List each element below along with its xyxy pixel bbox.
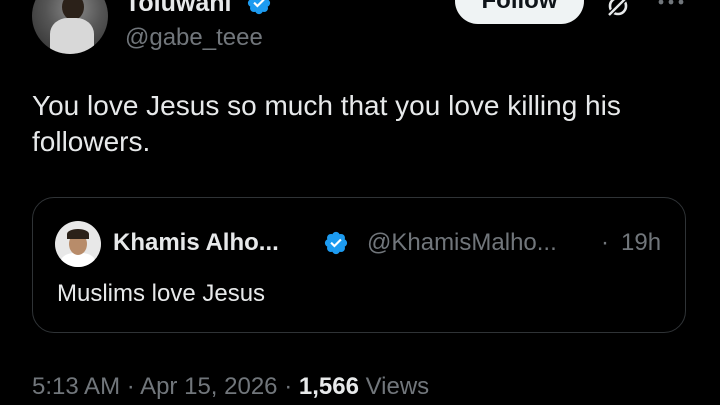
- tweet-meta: 5:13 AM · Apr 15, 2026 · 1,566 Views: [32, 372, 429, 402]
- meta-separator: ·: [284, 373, 293, 400]
- quote-separator: ·: [601, 229, 609, 256]
- verified-badge-icon: [247, 0, 271, 15]
- views-count: 1,566: [298, 373, 359, 400]
- tweet-text: You love Jesus so much that you love kil…: [32, 90, 621, 157]
- quote-author-avatar[interactable]: [55, 221, 101, 267]
- views-label: Views: [365, 373, 430, 400]
- author-avatar[interactable]: [32, 0, 108, 54]
- quote-text: Muslims love Jesus: [57, 280, 266, 307]
- meta-separator: ·: [126, 373, 135, 400]
- more-icon[interactable]: [656, 0, 686, 8]
- quote-timestamp[interactable]: 19h: [621, 229, 661, 257]
- avatar-body: [50, 18, 94, 54]
- follow-button[interactable]: Follow: [455, 0, 584, 24]
- avatar-head: [62, 0, 84, 20]
- quote-author-handle[interactable]: @KhamisMalho...: [367, 229, 557, 257]
- author-display-name[interactable]: Toluwani: [125, 0, 231, 18]
- avatar-robe: [61, 253, 95, 267]
- verified-badge-icon: [324, 231, 348, 255]
- tweet-date[interactable]: Apr 15, 2026: [140, 373, 277, 400]
- quote-author-display-name[interactable]: Khamis Alho...: [113, 229, 279, 257]
- avatar-hair: [67, 229, 89, 239]
- tweet-time[interactable]: 5:13 AM: [32, 373, 120, 400]
- grok-icon[interactable]: [602, 0, 634, 18]
- author-handle[interactable]: @gabe_teee: [125, 23, 263, 53]
- quoted-tweet-card[interactable]: Khamis Alho... @KhamisMalho... · 19h Mus…: [32, 197, 686, 333]
